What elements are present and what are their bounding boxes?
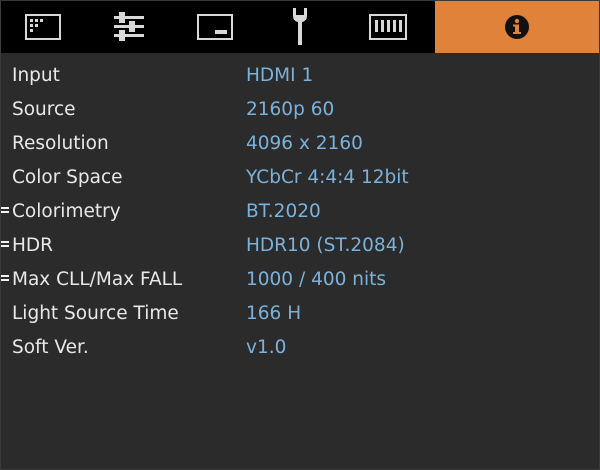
info-label: Colorimetry: [12, 201, 121, 222]
info-row-soft-ver: Soft Ver. v1.0: [1, 331, 599, 365]
info-label: Color Space: [12, 167, 123, 188]
tab-adjustments[interactable]: [85, 1, 173, 53]
info-value: 4096 x 2160: [246, 133, 363, 154]
info-label: HDR: [12, 235, 54, 256]
info-icon: [504, 14, 530, 40]
info-value: 166 H: [246, 303, 302, 324]
tab-display[interactable]: [173, 1, 257, 53]
info-value: 2160p 60: [246, 99, 335, 120]
row-marker-icon: [1, 275, 9, 285]
info-label: Resolution: [12, 133, 109, 154]
info-value: YCbCr 4:4:4 12bit: [246, 167, 409, 188]
information-list: Input HDMI 1 Source 2160p 60 Resolution …: [1, 59, 599, 365]
info-label: Soft Ver.: [12, 337, 89, 358]
info-row-resolution: Resolution 4096 x 2160: [1, 127, 599, 161]
tab-keyboard[interactable]: [343, 1, 433, 53]
row-marker-icon: [1, 207, 9, 217]
info-value: HDMI 1: [246, 65, 314, 86]
info-row-hdr: HDR HDR10 (ST.2084): [1, 229, 599, 263]
info-row-input: Input HDMI 1: [1, 59, 599, 93]
tab-information[interactable]: [435, 1, 599, 53]
info-label: Input: [12, 65, 60, 86]
info-row-max-cll-fall: Max CLL/Max FALL 1000 / 400 nits: [1, 263, 599, 297]
info-value: BT.2020: [246, 201, 321, 222]
info-row-light-source-time: Light Source Time 166 H: [1, 297, 599, 331]
info-row-source: Source 2160p 60: [1, 93, 599, 127]
info-row-color-space: Color Space YCbCr 4:4:4 12bit: [1, 161, 599, 195]
info-value: HDR10 (ST.2084): [246, 235, 405, 256]
info-value: 1000 / 400 nits: [246, 269, 387, 290]
picture-icon: [25, 14, 61, 40]
display-icon: [197, 14, 233, 40]
info-label: Max CLL/Max FALL: [12, 269, 183, 290]
projector-osd-menu: Input HDMI 1 Source 2160p 60 Resolution …: [0, 0, 600, 470]
row-marker-icon: [1, 241, 9, 251]
info-label: Source: [12, 99, 76, 120]
tab-settings[interactable]: [257, 1, 343, 53]
tab-picture[interactable]: [1, 1, 85, 53]
info-value: v1.0: [246, 337, 287, 358]
info-row-colorimetry: Colorimetry BT.2020: [1, 195, 599, 229]
wrench-icon: [289, 7, 311, 47]
adjustments-icon: [112, 12, 146, 42]
keyboard-icon: [369, 14, 407, 40]
info-label: Light Source Time: [12, 303, 179, 324]
menu-tab-bar: [1, 1, 599, 53]
